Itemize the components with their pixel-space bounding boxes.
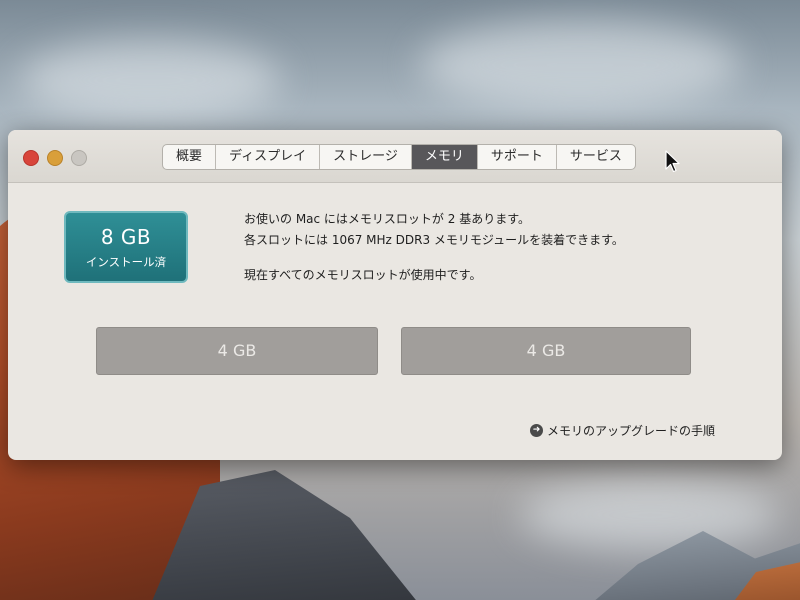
wallpaper-cloud [420, 20, 740, 110]
installed-memory-label: インストール済 [85, 255, 167, 269]
memory-upgrade-link[interactable]: ➜ メモリのアップグレードの手順 [530, 422, 715, 439]
memory-info-line-slots: お使いの Mac にはメモリスロットが 2 基あります。 [244, 212, 530, 226]
zoom-button-icon[interactable] [71, 150, 87, 166]
memory-slot-2: 4 GB [401, 327, 691, 375]
wallpaper-cloud [20, 40, 280, 120]
tab-support[interactable]: サポート [478, 145, 557, 169]
about-this-mac-window: 概要 ディスプレイ ストレージ メモリ サポート サービス 8 GB インストー… [8, 130, 782, 460]
memory-upgrade-link-label: メモリのアップグレードの手順 [547, 424, 716, 438]
pointer-cursor-icon [665, 150, 681, 178]
wallpaper-cloud [520, 480, 780, 550]
tab-displays[interactable]: ディスプレイ [216, 145, 321, 169]
tab-overview[interactable]: 概要 [163, 145, 217, 169]
arrow-right-circle-icon: ➜ [530, 424, 543, 437]
tab-service[interactable]: サービス [557, 145, 635, 169]
memory-info-line-module-spec: 各スロットには 1067 MHz DDR3 メモリモジュールを装着できます。 [244, 233, 624, 247]
memory-info-line-status: 現在すべてのメモリスロットが使用中です。 [244, 268, 482, 282]
memory-info-text: お使いの Mac にはメモリスロットが 2 基あります。 各スロットには 106… [244, 209, 744, 286]
minimize-button-icon[interactable] [47, 150, 63, 166]
tab-bar: 概要 ディスプレイ ストレージ メモリ サポート サービス [162, 144, 636, 170]
tab-storage[interactable]: ストレージ [320, 145, 412, 169]
tab-memory[interactable]: メモリ [411, 145, 478, 169]
installed-memory-badge: 8 GB インストール済 [64, 211, 188, 283]
installed-memory-size: 8 GB [100, 225, 152, 249]
desktop: 概要 ディスプレイ ストレージ メモリ サポート サービス 8 GB インストー… [0, 0, 800, 600]
close-button-icon[interactable] [23, 150, 39, 166]
memory-slot-1: 4 GB [96, 327, 378, 375]
